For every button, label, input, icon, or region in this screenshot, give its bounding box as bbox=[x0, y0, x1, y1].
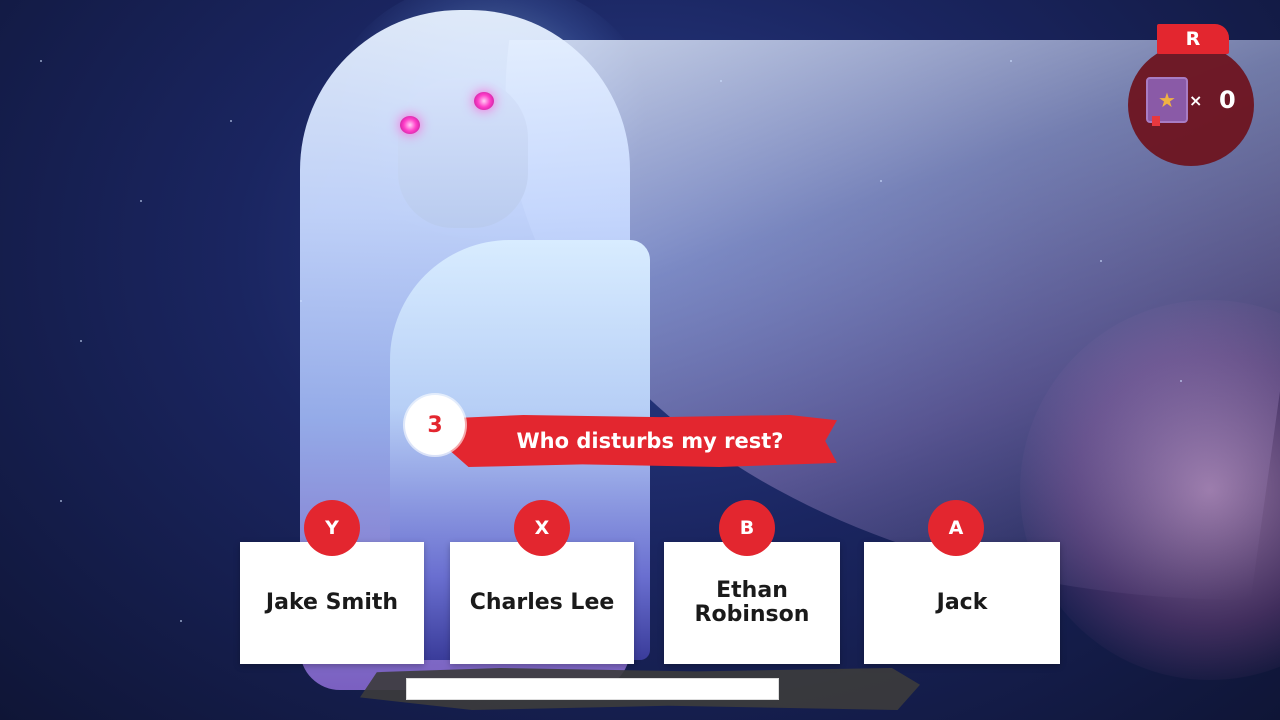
star bbox=[300, 300, 302, 302]
button-y-badge[interactable]: Y bbox=[304, 500, 360, 556]
ghost-face bbox=[398, 78, 528, 228]
background-scene bbox=[0, 0, 1280, 720]
star bbox=[1010, 60, 1012, 62]
answer-text: Jake Smith bbox=[265, 590, 399, 615]
item-count: 0 bbox=[1219, 86, 1236, 114]
answer-card-x[interactable]: Charles Lee bbox=[450, 542, 634, 664]
question-banner: Who disturbs my rest? bbox=[445, 415, 837, 467]
button-x-badge[interactable]: X bbox=[514, 500, 570, 556]
star bbox=[180, 620, 182, 622]
answer-text: Ethan Robinson bbox=[694, 578, 810, 627]
multiplier-sign: × bbox=[1189, 91, 1203, 110]
star bbox=[60, 500, 62, 502]
answer-text: Charles Lee bbox=[469, 590, 615, 615]
r-button-label[interactable]: R bbox=[1157, 24, 1229, 54]
answer-card-a[interactable]: Jack bbox=[864, 542, 1060, 664]
answer-card-b[interactable]: Ethan Robinson bbox=[664, 542, 840, 664]
answer-card-y[interactable]: Jake Smith bbox=[240, 542, 424, 664]
star bbox=[1180, 380, 1182, 382]
button-b-badge[interactable]: B bbox=[719, 500, 775, 556]
star bbox=[720, 80, 722, 82]
star bbox=[140, 200, 142, 202]
star bbox=[80, 340, 82, 342]
bookmark-ribbon bbox=[1152, 116, 1160, 126]
question-number-badge: 3 bbox=[405, 395, 465, 455]
timer-bar bbox=[406, 678, 779, 700]
answer-text: Jack bbox=[936, 590, 988, 615]
ghost-eye-left bbox=[400, 116, 420, 134]
star bbox=[880, 180, 882, 182]
star bbox=[1100, 260, 1102, 262]
ghost-eye-right bbox=[474, 92, 494, 110]
button-a-badge[interactable]: A bbox=[928, 500, 984, 556]
star bbox=[230, 120, 232, 122]
star bbox=[40, 60, 42, 62]
